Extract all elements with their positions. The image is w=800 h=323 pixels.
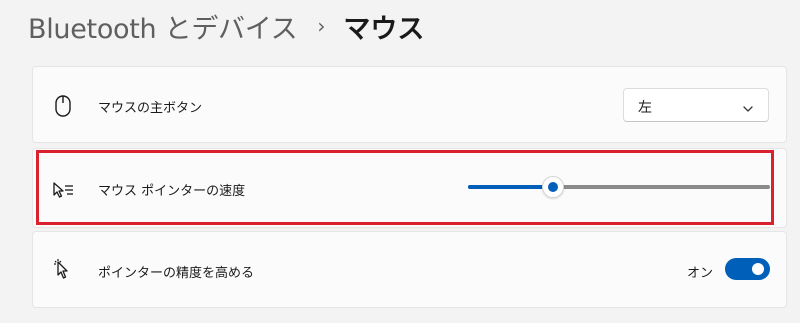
breadcrumb: Bluetooth とデバイス › マウス <box>28 6 424 46</box>
primary-button-dropdown[interactable]: 左 <box>623 88 769 122</box>
pointer-speed-slider[interactable] <box>468 176 770 198</box>
primary-button-selected-value: 左 <box>638 100 652 116</box>
pointer-precision-toggle[interactable] <box>725 258 770 280</box>
mouse-icon <box>51 94 75 118</box>
slider-fill <box>468 185 553 189</box>
pointer-precision-label: ポインターの精度を高める <box>98 266 255 281</box>
breadcrumb-separator-icon: › <box>317 14 326 38</box>
toggle-knob <box>752 263 764 275</box>
toggle-state-label: オン <box>687 266 714 281</box>
chevron-down-icon <box>742 100 754 112</box>
pointer-speed-icon <box>51 178 75 202</box>
primary-button-label: マウスの主ボタン <box>98 101 203 116</box>
pointer-speed-setting-card: マウス ポインターの速度 <box>32 148 787 228</box>
page-title: マウス <box>343 13 425 45</box>
pointer-speed-label: マウス ポインターの速度 <box>98 184 246 199</box>
breadcrumb-parent-link[interactable]: Bluetooth とデバイス <box>28 7 298 46</box>
primary-button-setting-card: マウスの主ボタン 左 <box>32 66 787 143</box>
pointer-precision-setting-card: ポインターの精度を高める オン <box>32 231 787 308</box>
slider-thumb-center <box>547 182 558 192</box>
slider-thumb[interactable] <box>541 176 564 198</box>
pointer-precision-icon <box>51 258 75 282</box>
